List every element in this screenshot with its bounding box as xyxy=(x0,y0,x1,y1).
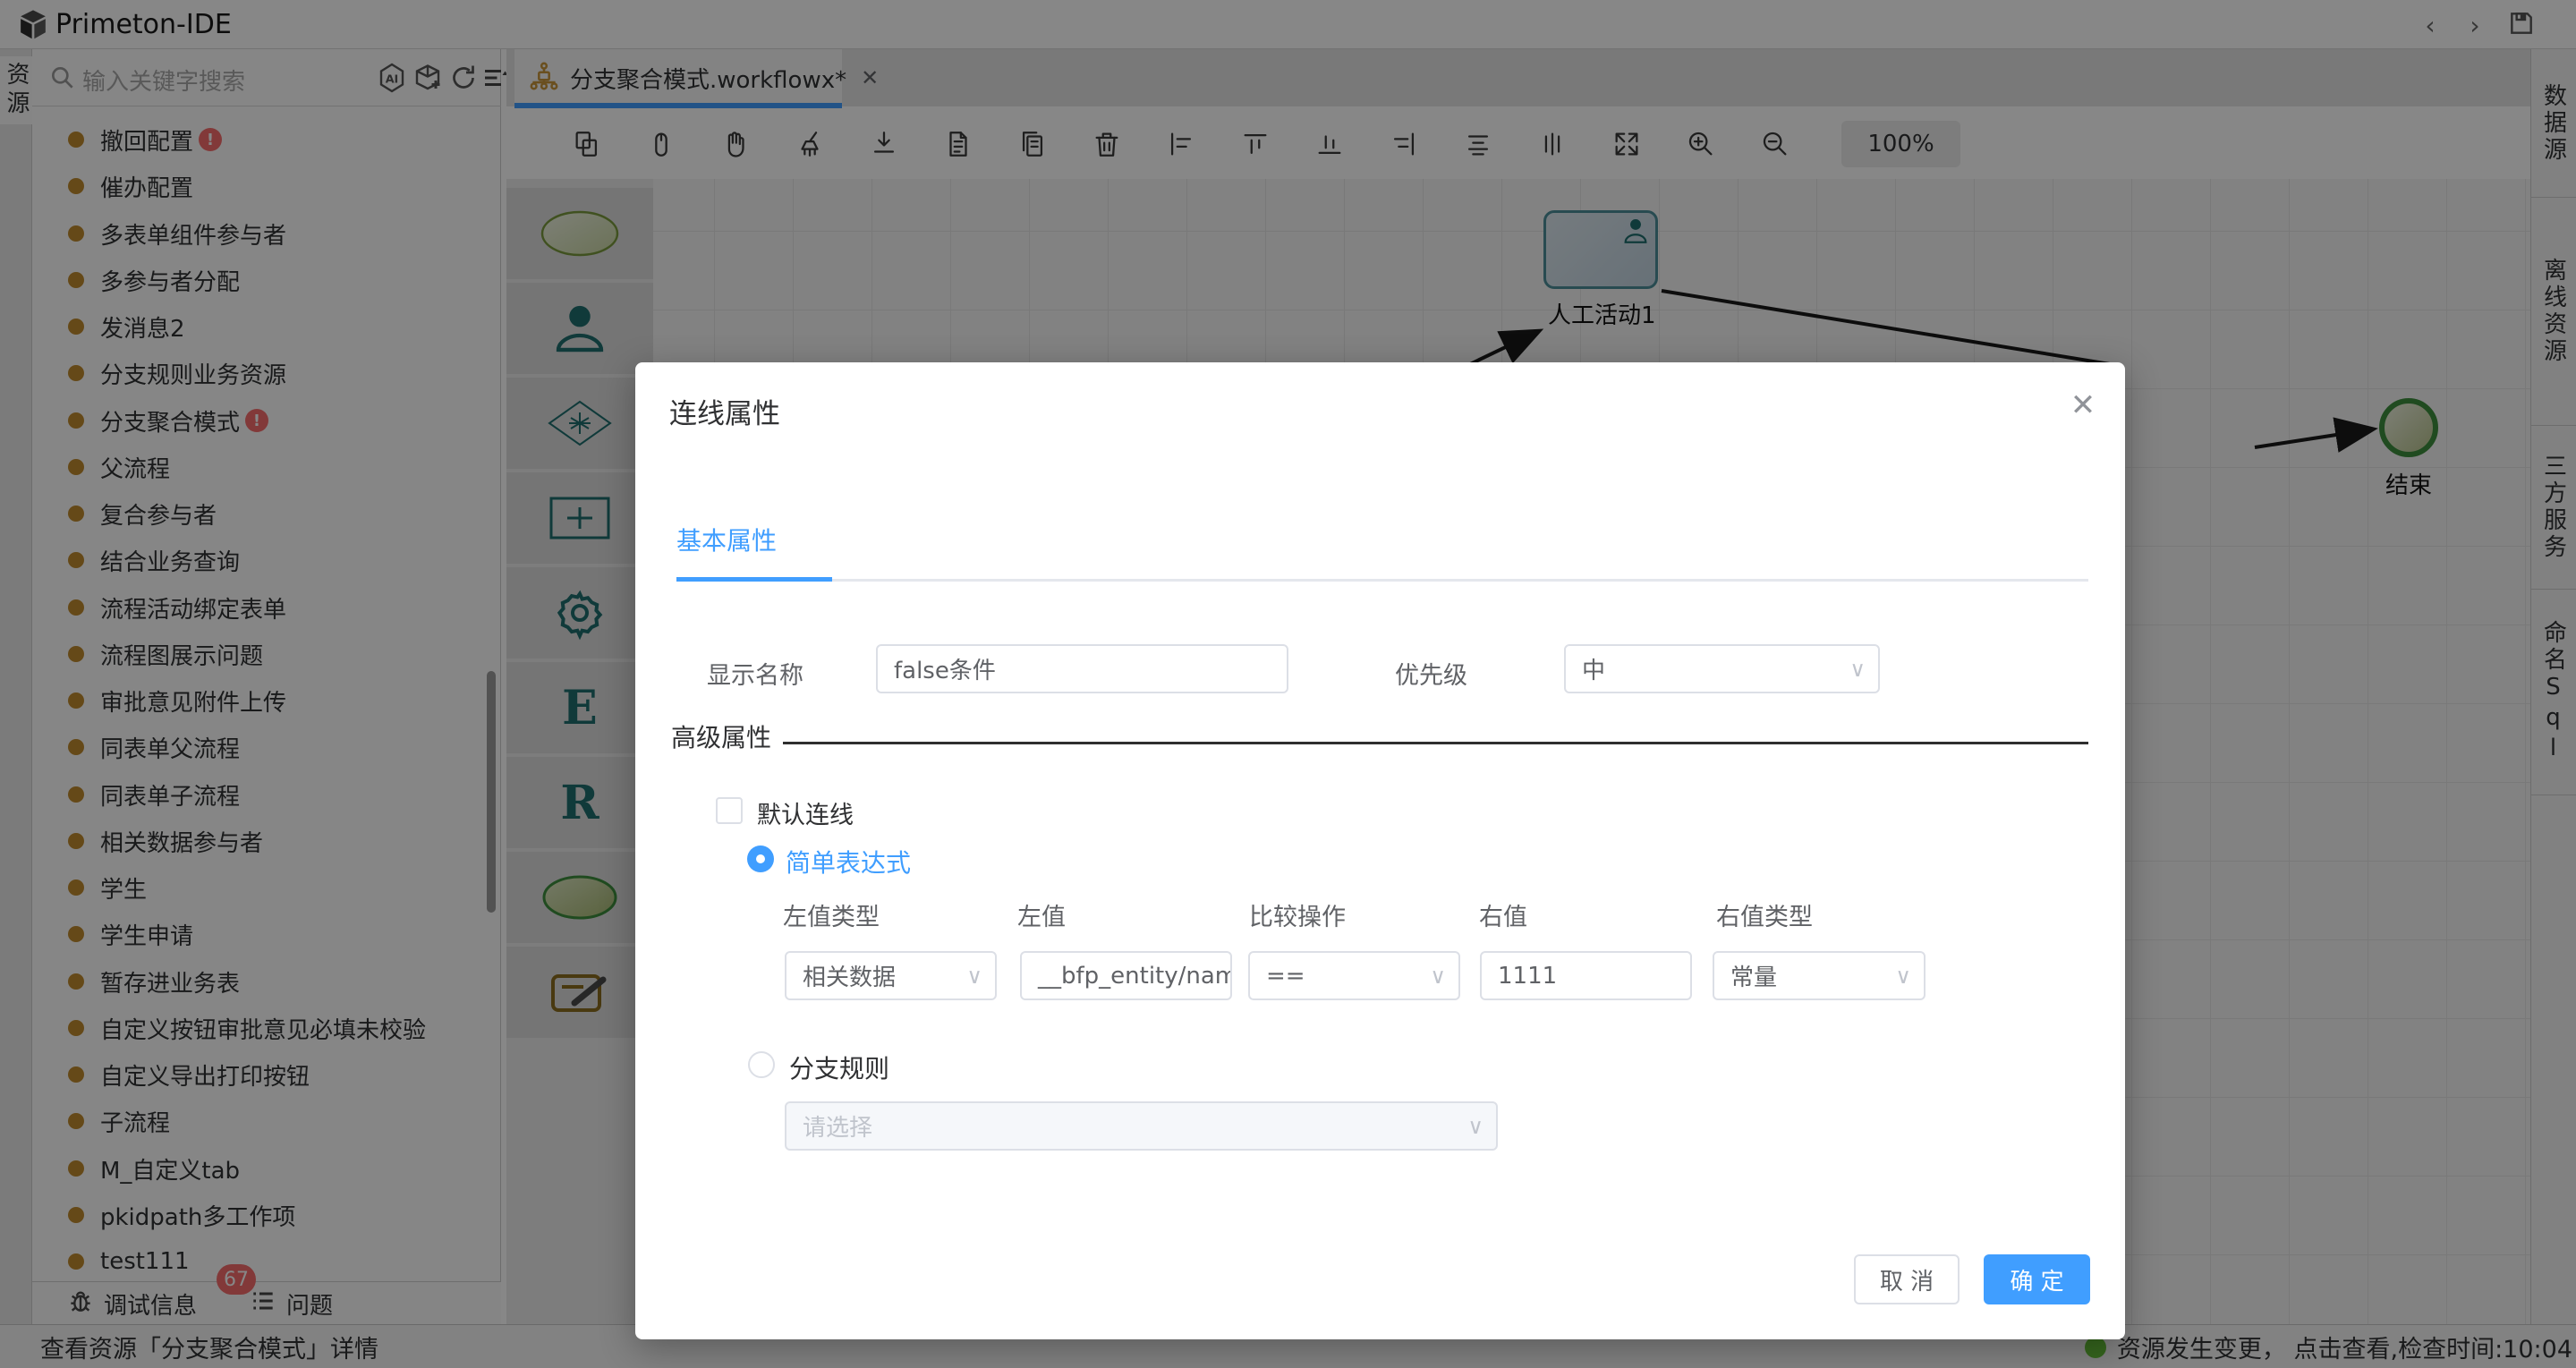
right-value-input[interactable]: 1111 xyxy=(1480,951,1692,1000)
right-value-label: 右值 xyxy=(1479,897,1527,932)
primeton-ide-window: Primeton-IDE ‹ › 资源 输入关键字搜索 AI xyxy=(0,0,2576,1368)
tab-active-indicator xyxy=(676,577,832,582)
branch-rule-label: 分支规则 xyxy=(789,1049,889,1085)
right-type-select[interactable]: 常量 ∨ xyxy=(1713,951,1926,1000)
left-value-input[interactable]: __bfp_entity/nam xyxy=(1020,951,1232,1000)
tab-track xyxy=(832,579,2088,582)
chevron-down-icon: ∨ xyxy=(1467,1114,1484,1139)
confirm-button[interactable]: 确 定 xyxy=(1984,1254,2090,1304)
line-properties-dialog: 连线属性 ✕ 基本属性 显示名称 false条件 优先级 中 ∨ 高级属性 默认… xyxy=(635,362,2125,1339)
chevron-down-icon: ∨ xyxy=(1430,964,1446,989)
dialog-close-icon[interactable]: ✕ xyxy=(2063,387,2103,423)
simple-expression-radio[interactable] xyxy=(747,845,774,872)
left-type-label: 左值类型 xyxy=(783,897,880,932)
priority-select[interactable]: 中 ∨ xyxy=(1564,644,1880,693)
chevron-down-icon: ∨ xyxy=(1849,657,1866,682)
cancel-button[interactable]: 取 消 xyxy=(1854,1254,1960,1304)
operator-select[interactable]: == ∨ xyxy=(1248,951,1460,1000)
advanced-section-divider xyxy=(783,742,2088,744)
simple-expression-label: 简单表达式 xyxy=(786,844,911,879)
branch-rule-select[interactable]: 请选择 ∨ xyxy=(785,1101,1498,1151)
advanced-section-label: 高级属性 xyxy=(671,718,771,754)
branch-rule-radio[interactable] xyxy=(748,1051,775,1078)
priority-label: 优先级 xyxy=(1395,656,1467,691)
right-type-label: 右值类型 xyxy=(1716,897,1813,932)
tab-basic-properties[interactable]: 基本属性 xyxy=(676,522,777,557)
display-name-input[interactable]: false条件 xyxy=(876,644,1288,693)
display-name-label: 显示名称 xyxy=(707,656,803,691)
operator-label: 比较操作 xyxy=(1249,897,1346,932)
dialog-title: 连线属性 xyxy=(669,391,780,431)
left-value-label: 左值 xyxy=(1017,897,1066,932)
default-line-label: 默认连线 xyxy=(757,795,854,830)
chevron-down-icon: ∨ xyxy=(966,964,982,989)
chevron-down-icon: ∨ xyxy=(1895,964,1911,989)
left-type-select[interactable]: 相关数据 ∨ xyxy=(785,951,997,1000)
default-line-checkbox[interactable] xyxy=(716,797,743,824)
